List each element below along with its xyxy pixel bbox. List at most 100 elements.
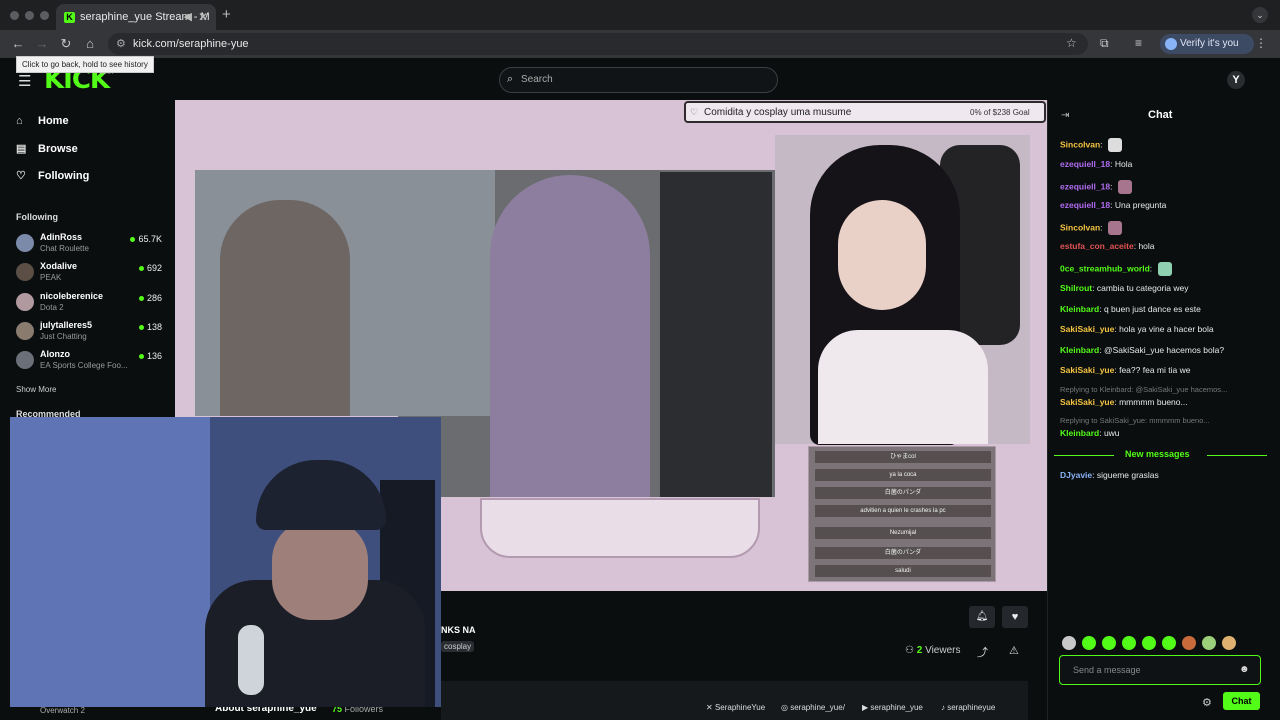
chat-username[interactable]: ezequiell_18 [1060,159,1110,169]
tab-search-chevron-icon[interactable]: ⌄ [1252,7,1268,23]
chat-username[interactable]: SakiSaki_yue [1060,365,1114,375]
media-control-icon[interactable]: ≡ [1135,36,1142,50]
browse-icon: ▤ [16,143,27,155]
channel-name: nicoleberenice [40,291,104,301]
avatar [16,322,34,340]
chat-text: uwu [1103,428,1120,438]
emote-icon[interactable] [1202,636,1216,650]
report-icon[interactable]: ⚠ [1009,644,1019,657]
chat-message: ezequiell_18: [1060,180,1272,194]
chat-settings-gear-icon[interactable]: ⚙ [1202,696,1212,709]
social-x-link[interactable]: ✕ SeraphineYue [706,703,765,712]
chat-username[interactable]: 0ce_streamhub_world [1060,263,1150,273]
extensions-icon[interactable]: ⧉ [1100,36,1109,51]
speaker-icon[interactable]: ◀ [184,10,192,23]
emote-icon[interactable] [1182,636,1196,650]
chat-text: hola [1138,241,1155,251]
emote-icon[interactable] [1102,636,1116,650]
following-channel-adinross[interactable]: AdinRoss Chat Roulette 65.7K [16,232,166,262]
new-messages-label: New messages [1125,449,1190,459]
chat-username[interactable]: Kleinbard [1060,304,1099,314]
chat-username[interactable]: Sincolvan [1060,222,1100,232]
bookmark-star-icon[interactable]: ☆ [1066,36,1077,50]
url-text[interactable]: kick.com/seraphine-yue [133,38,249,50]
social-tiktok-link[interactable]: ♪ seraphineyue [941,703,995,712]
chat-message: Shilrout: cambia tu categoria wey [1060,283,1189,293]
viewer-count-value: 136 [146,351,162,361]
verify-label: Verify it's you [1180,38,1239,49]
channel-name: julytalleres5 [40,320,93,330]
social-instagram-link[interactable]: ◎ seraphine_yue/ [781,703,845,712]
alert-row: advitien a quien le crashes la pc [815,505,991,517]
emote-icon[interactable] [1082,636,1096,650]
show-more-link[interactable]: Show More [16,385,56,394]
chat-username[interactable]: Sincolvan [1060,139,1100,149]
user-avatar[interactable]: Y [1227,71,1245,89]
chat-username[interactable]: SakiSaki_yue [1060,397,1114,407]
browser-tab[interactable]: K seraphine_yue Stream - M ◀ ✕ [56,4,216,30]
following-channel-nicoleberenice[interactable]: nicoleberenice Dota 2 286 [16,291,166,321]
chat-input-placeholder: Send a message [1073,665,1141,675]
chat-username[interactable]: Kleinbard [1060,428,1099,438]
social-youtube-link[interactable]: ▶ seraphine_yue [862,703,923,712]
category-tag[interactable]: cosplay [441,641,475,652]
stream-alerts-overlay: ひゃまcol ya la coca 白菌のパンダ advitien a quie… [808,446,996,582]
sidebar-item-home[interactable]: ⌂ Home [16,115,69,127]
browser-menu-icon[interactable]: ⋮ [1255,36,1267,50]
forward-button[interactable]: → [34,36,50,51]
social-label: seraphine_yue/ [790,703,845,712]
chat-username[interactable]: ezequiell_18 [1060,181,1110,191]
omnibox[interactable] [108,33,1088,55]
video-figure [490,175,650,497]
x-icon: ✕ [706,703,715,712]
chat-username[interactable]: Shilrout [1060,283,1092,293]
home-button[interactable]: ⌂ [82,36,98,51]
chat-username[interactable]: DJyavie [1060,470,1092,480]
send-chat-button[interactable]: Chat [1223,692,1260,710]
emote-icon[interactable] [1142,636,1156,650]
sidebar-item-browse[interactable]: ▤ Browse [16,142,78,155]
reply-context: Replying to Kleinbard: @SakiSaki_yue hac… [1060,385,1228,394]
chat-text: fea?? fea mi tia we [1119,365,1191,375]
chat-message: ezequiell_18: Hola [1060,159,1133,169]
channel-category: Just Chatting [40,332,87,341]
chat-message: ezequiell_18: Una pregunta [1060,200,1167,210]
hamburger-menu-icon[interactable]: ☰ [18,72,31,90]
window-close-dot[interactable] [10,11,19,20]
follow-heart-button[interactable]: ♥ [1002,606,1028,628]
divider-line [1207,455,1267,456]
emote-icon[interactable] [1122,636,1136,650]
new-messages-divider[interactable]: New messages [1054,449,1267,461]
share-icon[interactable]: ⤴ [977,644,988,660]
reload-button[interactable]: ↻ [58,36,74,52]
goal-value: 0% of $238 Goal [970,108,1030,117]
collapse-chat-icon[interactable]: ⇥ [1061,110,1069,121]
emote-icon[interactable] [1062,636,1076,650]
alert-row: ひゃまcol [815,451,991,463]
following-channel-julytalleres5[interactable]: julytalleres5 Just Chatting 138 [16,320,166,350]
following-channel-alonzo[interactable]: Alonzo EA Sports College Foo... 136 [16,349,166,379]
emote-icon[interactable] [1162,636,1176,650]
emoji-picker-icon[interactable]: ☻ [1239,664,1250,675]
chat-message: DJyavie: sigueme graslas [1060,470,1159,480]
site-info-icon[interactable]: ⚙ [116,37,126,50]
emote-icon[interactable] [1222,636,1236,650]
reply-context: Replying to SakiSaki_yue: mmmmm bueno... [1060,416,1210,425]
tab-close-icon[interactable]: ✕ [198,10,208,24]
search-placeholder: Search [521,74,553,85]
chat-username[interactable]: estufa_con_aceite [1060,241,1134,251]
chat-username[interactable]: Kleinbard [1060,345,1099,355]
chat-username[interactable]: SakiSaki_yue [1060,324,1114,334]
following-channel-xodalive[interactable]: Xodalive PEAK 692 [16,261,166,291]
window-zoom-dot[interactable] [40,11,49,20]
sidebar-item-following[interactable]: ♡ Following [16,169,89,182]
notification-bell-button[interactable]: 🔔︎ [969,606,995,628]
chat-title: Chat [1148,109,1173,121]
new-tab-button[interactable]: + [222,6,231,23]
channel-category: Chat Roulette [40,244,89,253]
window-minimize-dot[interactable] [25,11,34,20]
viewers-value: 2 [916,645,923,656]
back-button[interactable]: ← [10,36,26,51]
chat-username[interactable]: ezequiell_18 [1060,200,1110,210]
verify-profile-button[interactable]: Verify it's you [1160,34,1254,54]
